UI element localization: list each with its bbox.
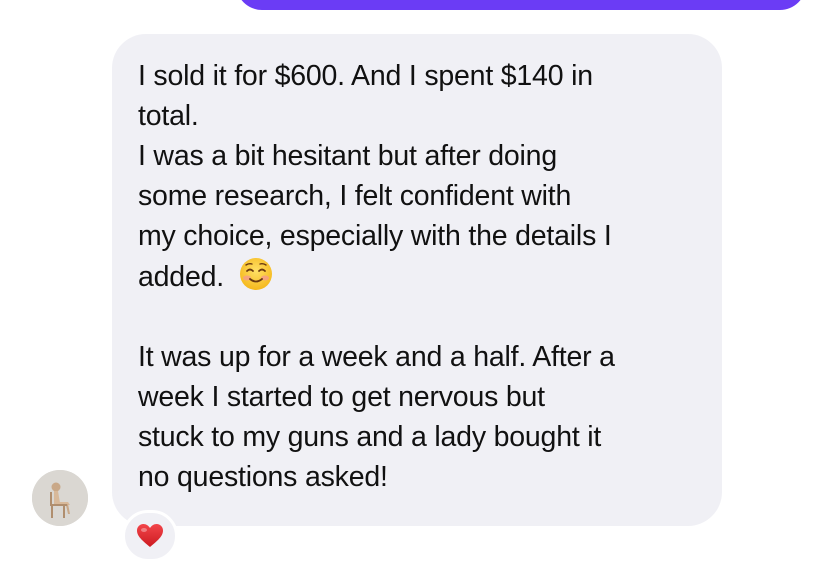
- message-paragraph-1: I sold it for $600. And I spent $140 in …: [138, 56, 696, 136]
- message-paragraph-2: I was a bit hesitant but after doing som…: [138, 136, 696, 297]
- heart-reaction[interactable]: [122, 510, 178, 562]
- received-message-bubble[interactable]: I sold it for $600. And I spent $140 in …: [112, 34, 722, 526]
- message-line: total.: [138, 100, 199, 132]
- red-heart-icon: [137, 524, 163, 547]
- message-line: week I started to get nervous but: [138, 381, 545, 413]
- message-line: I sold it for $600. And I spent $140 in: [138, 60, 593, 92]
- message-line: added.: [138, 261, 224, 293]
- message-line: It was up for a week and a half. After a: [138, 341, 615, 373]
- figure-on-chair-avatar-icon: [32, 470, 88, 526]
- message-line: my choice, especially with the details I: [138, 220, 612, 252]
- message-line: stuck to my guns and a lady bought it: [138, 421, 602, 453]
- sent-message-bubble[interactable]: [236, 0, 806, 10]
- message-paragraph-3: It was up for a week and a half. After a…: [138, 337, 696, 497]
- sender-avatar[interactable]: [32, 470, 88, 526]
- message-line: no questions asked!: [138, 461, 388, 493]
- smiling-face-icon: [238, 256, 274, 292]
- message-line: I was a bit hesitant but after doing: [138, 140, 557, 172]
- message-line: some research, I felt confident with: [138, 180, 572, 212]
